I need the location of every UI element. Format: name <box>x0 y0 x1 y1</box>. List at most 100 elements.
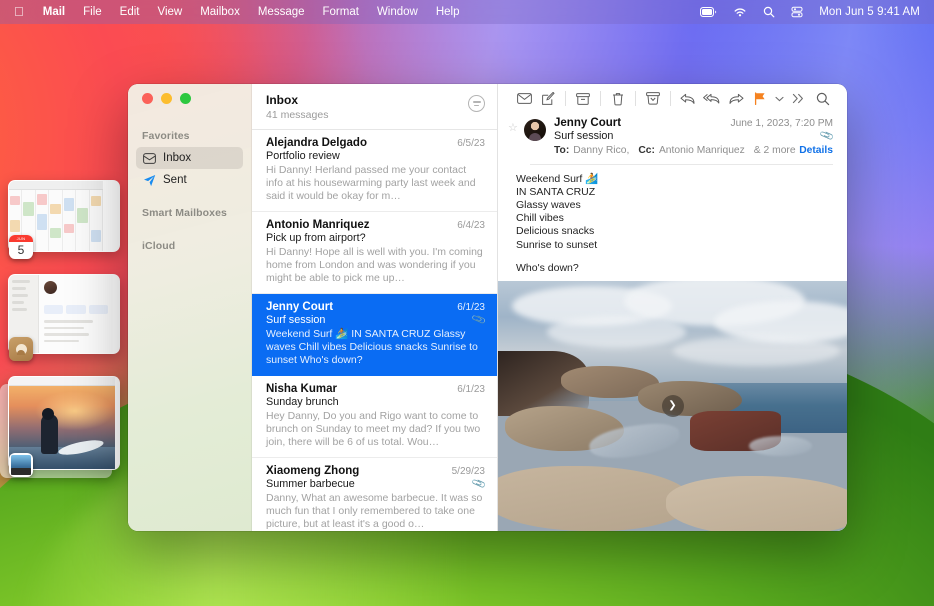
apple-icon[interactable]:  <box>11 0 34 24</box>
window-controls <box>128 93 251 126</box>
photos-app-icon <box>9 453 33 477</box>
sender-avatar <box>524 119 546 141</box>
body-line: Delicious snacks <box>516 225 595 238</box>
photo-cloud <box>672 335 841 366</box>
sidebar-section-smart-mailboxes[interactable]: Smart Mailboxes <box>128 203 251 224</box>
message-sender-name: Jenny Court <box>554 117 622 129</box>
more-recipients[interactable]: & 2 more <box>754 145 796 156</box>
compose-icon[interactable] <box>536 87 560 111</box>
mail-window: Favorites Inbox Sent Smart Mailboxes iCl… <box>128 84 847 531</box>
body-line: Glassy waves <box>516 198 581 211</box>
details-link[interactable]: Details <box>799 145 833 156</box>
message-list-item[interactable]: Xiaomeng Zhong 5/29/23 Summer barbecue 📎… <box>252 458 497 531</box>
menu-item-edit[interactable]: Edit <box>111 0 149 24</box>
forward-icon[interactable] <box>724 87 748 111</box>
reply-icon[interactable] <box>676 87 700 111</box>
message-preview: Danny, What an awesome barbecue. It was … <box>266 492 483 530</box>
message-header: ☆ Jenny Court June 1, 2023, 7:20 PM Surf… <box>498 113 847 156</box>
message-subject: Summer barbecue <box>266 478 355 490</box>
message-list-item[interactable]: Alejandra Delgado 6/5/23 Portfolio revie… <box>252 130 497 212</box>
paperclip-icon: 📎 <box>470 312 487 328</box>
sidebar-item-inbox[interactable]: Inbox <box>136 147 243 169</box>
menu-item-format[interactable]: Format <box>314 0 368 24</box>
message-preview: Hi Danny! Hope all is well with you. I'm… <box>266 246 483 284</box>
sidebar-section-favorites: Favorites <box>142 130 190 142</box>
to-value[interactable]: Danny Rico, <box>573 145 629 156</box>
delete-icon[interactable] <box>606 87 630 111</box>
stage-card-photos[interactable] <box>0 376 120 478</box>
message-subject: Surf session <box>554 130 614 142</box>
control-center-icon[interactable] <box>783 6 811 18</box>
message-preview: Hi Danny! Herland passed me your contact… <box>266 164 476 202</box>
sidebar-item-inbox-label: Inbox <box>163 152 192 164</box>
message-date: 6/1/23 <box>457 302 485 313</box>
message-list-header: Inbox 41 messages <box>252 84 497 130</box>
message-timestamp: June 1, 2023, 7:20 PM <box>730 118 833 129</box>
body-closing: Who's down? <box>516 261 579 274</box>
menu-item-window[interactable]: Window <box>368 0 427 24</box>
search-icon[interactable] <box>811 87 835 111</box>
message-sender: Jenny Court <box>266 301 334 313</box>
message-list-item-selected[interactable]: Jenny Court 6/1/23 Surf session 📎 Weeken… <box>252 294 497 376</box>
junk-icon[interactable] <box>641 87 665 111</box>
flag-dropdown-icon[interactable] <box>772 87 787 111</box>
to-label: To: <box>554 145 570 156</box>
battery-icon[interactable] <box>692 7 725 17</box>
flag-icon[interactable] <box>748 87 772 111</box>
message-body: Weekend Surf 🏄 IN SANTA CRUZ Glassy wave… <box>498 165 847 281</box>
menu-bar-clock[interactable]: Mon Jun 5 9:41 AM <box>811 6 923 18</box>
stage-card-contacts[interactable] <box>8 274 120 361</box>
reader-toolbar <box>498 84 847 113</box>
menu-item-message[interactable]: Message <box>249 0 314 24</box>
message-date: 6/1/23 <box>457 384 485 395</box>
close-button[interactable] <box>142 93 153 104</box>
menu-item-file[interactable]: File <box>74 0 111 24</box>
toolbar-divider <box>565 91 567 106</box>
message-sender: Xiaomeng Zhong <box>266 465 360 477</box>
mark-unread-icon[interactable] <box>512 87 536 111</box>
more-icon[interactable] <box>787 87 811 111</box>
attached-photo[interactable]: ❯ <box>498 280 847 531</box>
sidebar-item-sent[interactable]: Sent <box>136 169 243 191</box>
search-icon[interactable] <box>755 6 783 18</box>
sidebar-section-icloud[interactable]: iCloud <box>128 236 251 257</box>
archive-icon[interactable] <box>571 87 595 111</box>
paperclip-icon: 📎 <box>818 128 835 144</box>
message-sender: Antonio Manriquez <box>266 219 370 231</box>
reading-pane: ☆ Jenny Court June 1, 2023, 7:20 PM Surf… <box>498 84 847 531</box>
message-subject: Surf session <box>266 314 326 326</box>
message-subject: Pick up from airport? <box>266 232 366 244</box>
message-preview: Hey Danny, Do you and Rigo want to come … <box>266 410 481 448</box>
calendar-icon-day: 5 <box>17 243 25 257</box>
menu-item-mailbox[interactable]: Mailbox <box>191 0 249 24</box>
sent-icon <box>142 173 156 187</box>
menu-item-help[interactable]: Help <box>427 0 469 24</box>
message-preview: Weekend Surf 🏄 IN SANTA CRUZ Glassy wave… <box>266 328 478 366</box>
message-subject: Sunday brunch <box>266 396 339 408</box>
message-list-scroll[interactable]: Alejandra Delgado 6/5/23 Portfolio revie… <box>252 130 497 531</box>
star-icon[interactable]: ☆ <box>508 117 524 156</box>
filter-icon[interactable] <box>468 95 485 112</box>
reply-all-icon[interactable] <box>700 87 724 111</box>
cc-value[interactable]: Antonio Manriquez <box>659 145 745 156</box>
menu-item-mail[interactable]: Mail <box>34 0 74 24</box>
toolbar-divider <box>670 91 671 106</box>
message-list-item[interactable]: Antonio Manriquez 6/4/23 Pick up from ai… <box>252 212 497 294</box>
body-line: Sunrise to sunset <box>516 238 598 251</box>
stage-manager-strip: JUN 5 <box>0 180 120 492</box>
menu-item-view[interactable]: View <box>148 0 191 24</box>
toolbar-divider <box>635 91 636 106</box>
minimize-button[interactable] <box>161 93 172 104</box>
zoom-button[interactable] <box>180 93 191 104</box>
message-subject: Portfolio review <box>266 150 340 162</box>
message-list: Inbox 41 messages Alejandra Delgado 6/5/… <box>252 84 498 531</box>
photo-rock <box>665 475 847 531</box>
message-list-item[interactable]: Nisha Kumar 6/1/23 Sunday brunch Hey Dan… <box>252 376 497 458</box>
menu-bar-status: Mon Jun 5 9:41 AM <box>692 6 923 18</box>
stage-card-calendar[interactable]: JUN 5 <box>8 180 120 259</box>
chevron-right-icon[interactable]: ❯ <box>661 394 684 417</box>
calendar-app-icon: JUN 5 <box>9 235 33 259</box>
wifi-icon[interactable] <box>725 7 755 18</box>
message-date: 6/5/23 <box>457 138 485 149</box>
body-line: IN SANTA CRUZ <box>516 185 596 198</box>
